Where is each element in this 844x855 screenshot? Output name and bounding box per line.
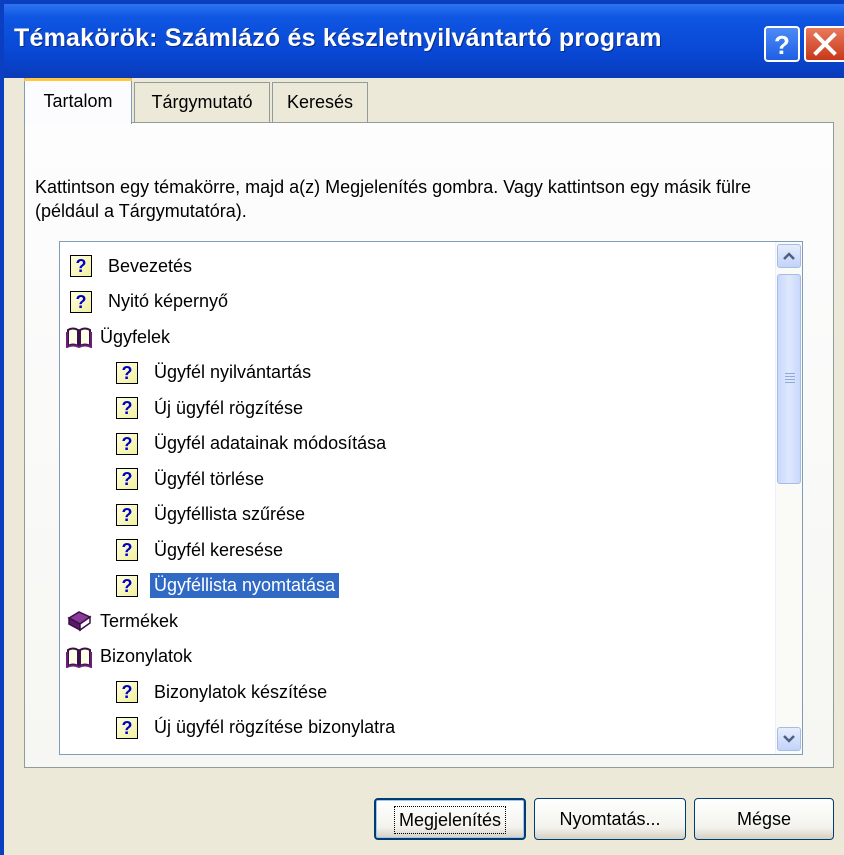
print-button[interactable]: Nyomtatás...	[534, 798, 686, 840]
tree-item-label: Ügyféllista nyomtatása	[150, 573, 340, 598]
help-page-icon: ?	[116, 574, 138, 597]
tree-item-label: Bevezetés	[108, 255, 193, 276]
help-page-icon: ?	[116, 681, 138, 703]
help-button[interactable]: ?	[764, 26, 800, 62]
tree-item[interactable]: Termékek	[66, 605, 182, 637]
help-page-icon: ?	[116, 503, 138, 526]
close-button[interactable]	[804, 26, 844, 62]
help-page-icon: ?	[70, 290, 92, 313]
tree-item-label: Ügyfél törlése	[154, 468, 265, 489]
help-page-icon: ?	[116, 361, 138, 384]
tree-item[interactable]: ? Új ügyfél rögzítése	[116, 392, 307, 424]
tree-item-label: Bizonylatok készítése	[154, 681, 328, 702]
open-book-icon	[66, 646, 92, 669]
scroll-up-button[interactable]	[777, 244, 801, 268]
tree-item[interactable]: ? Ügyfél nyilvántartás	[116, 357, 315, 389]
tree-item[interactable]: ? Ügyfél adatainak módosítása	[116, 428, 390, 460]
tree-item[interactable]: Bizonylatok	[66, 641, 196, 673]
tree-item[interactable]: ? Bevezetés	[70, 250, 196, 282]
help-page-icon: ?	[116, 397, 138, 419]
vertical-scrollbar[interactable]	[775, 242, 802, 754]
topics-tree[interactable]: ? Bevezetés? Nyitó képernyő Ügyfelek? Ügyfél…	[59, 241, 803, 755]
tab-index-label: Tárgymutató	[151, 92, 253, 112]
svg-text:?: ?	[774, 30, 790, 60]
question-mark-icon: ?	[774, 30, 790, 60]
scroll-down-button[interactable]	[777, 727, 801, 751]
help-page-icon: ?	[116, 539, 138, 561]
tree-item-label: Ügyfél keresése	[154, 539, 284, 560]
cancel-button[interactable]: Mégse	[694, 798, 834, 840]
tab-index[interactable]: Tárgymutató	[134, 82, 270, 122]
help-page-icon: ?	[70, 255, 92, 277]
display-button[interactable]: Megjelenítés	[374, 798, 526, 840]
tree-item[interactable]: ? Nyitó képernyő	[70, 286, 232, 318]
tree-item-label: Termékek	[100, 610, 179, 631]
tree-item[interactable]: ? Ügyféllista szűrése	[116, 499, 309, 531]
tree-item-label: Ügyfél adatainak módosítása	[154, 433, 387, 453]
closed-book-icon	[66, 610, 92, 632]
tab-contents[interactable]: Tartalom	[24, 78, 132, 124]
tree-item-label: Új ügyfél rögzítése	[154, 397, 304, 418]
tree-item[interactable]: ? Ügyfél keresése	[116, 534, 287, 566]
tree-item-label: Ügyfél nyilvántartás	[154, 362, 312, 382]
chevron-up-icon	[783, 252, 795, 260]
instructions-text: Kattintson egy témakörre, majd a(z) Megj…	[35, 177, 751, 221]
cancel-button-label: Mégse	[736, 809, 792, 829]
help-page-icon: ?	[116, 468, 138, 490]
help-page-icon: ?	[116, 716, 138, 739]
tree-item-label: Új ügyfél rögzítése bizonylatra	[154, 717, 396, 737]
tree-item[interactable]: ? Új ügyfél rögzítése bizonylatra	[116, 712, 399, 744]
window-title: Témakörök: Számlázó és készletnyilvántar…	[14, 24, 662, 52]
tree-item-label: Ügyfelek	[100, 326, 171, 347]
tree-item[interactable]: ? Ügyfél törlése	[116, 463, 268, 495]
tree-item-label: Ügyféllista szűrése	[154, 504, 306, 524]
scrollbar-thumb[interactable]	[777, 274, 801, 484]
close-icon	[813, 32, 837, 56]
open-book-icon	[66, 326, 92, 349]
tab-search[interactable]: Keresés	[272, 82, 368, 122]
title-bar[interactable]: Témakörök: Számlázó és készletnyilvántar…	[4, 4, 844, 78]
tab-panel-contents: Kattintson egy témakörre, majd a(z) Megj…	[24, 122, 834, 768]
chevron-down-icon	[783, 735, 795, 743]
tab-search-label: Keresés	[286, 92, 354, 112]
tree-item-label: Bizonylatok	[100, 646, 193, 666]
display-button-label: Megjelenítés	[393, 806, 507, 834]
tree-item[interactable]: Ügyfelek	[66, 321, 174, 353]
tab-contents-label: Tartalom	[43, 91, 113, 111]
tree-item[interactable]: ? Bizonylatok készítése	[116, 676, 331, 708]
tree-item[interactable]: ? Ügyféllista nyomtatása	[116, 570, 340, 602]
help-topics-window: Témakörök: Számlázó és készletnyilvántar…	[0, 0, 844, 855]
help-page-icon: ?	[116, 432, 138, 455]
tree-item-label: Nyitó képernyő	[108, 291, 229, 311]
print-button-label: Nyomtatás...	[559, 809, 661, 829]
